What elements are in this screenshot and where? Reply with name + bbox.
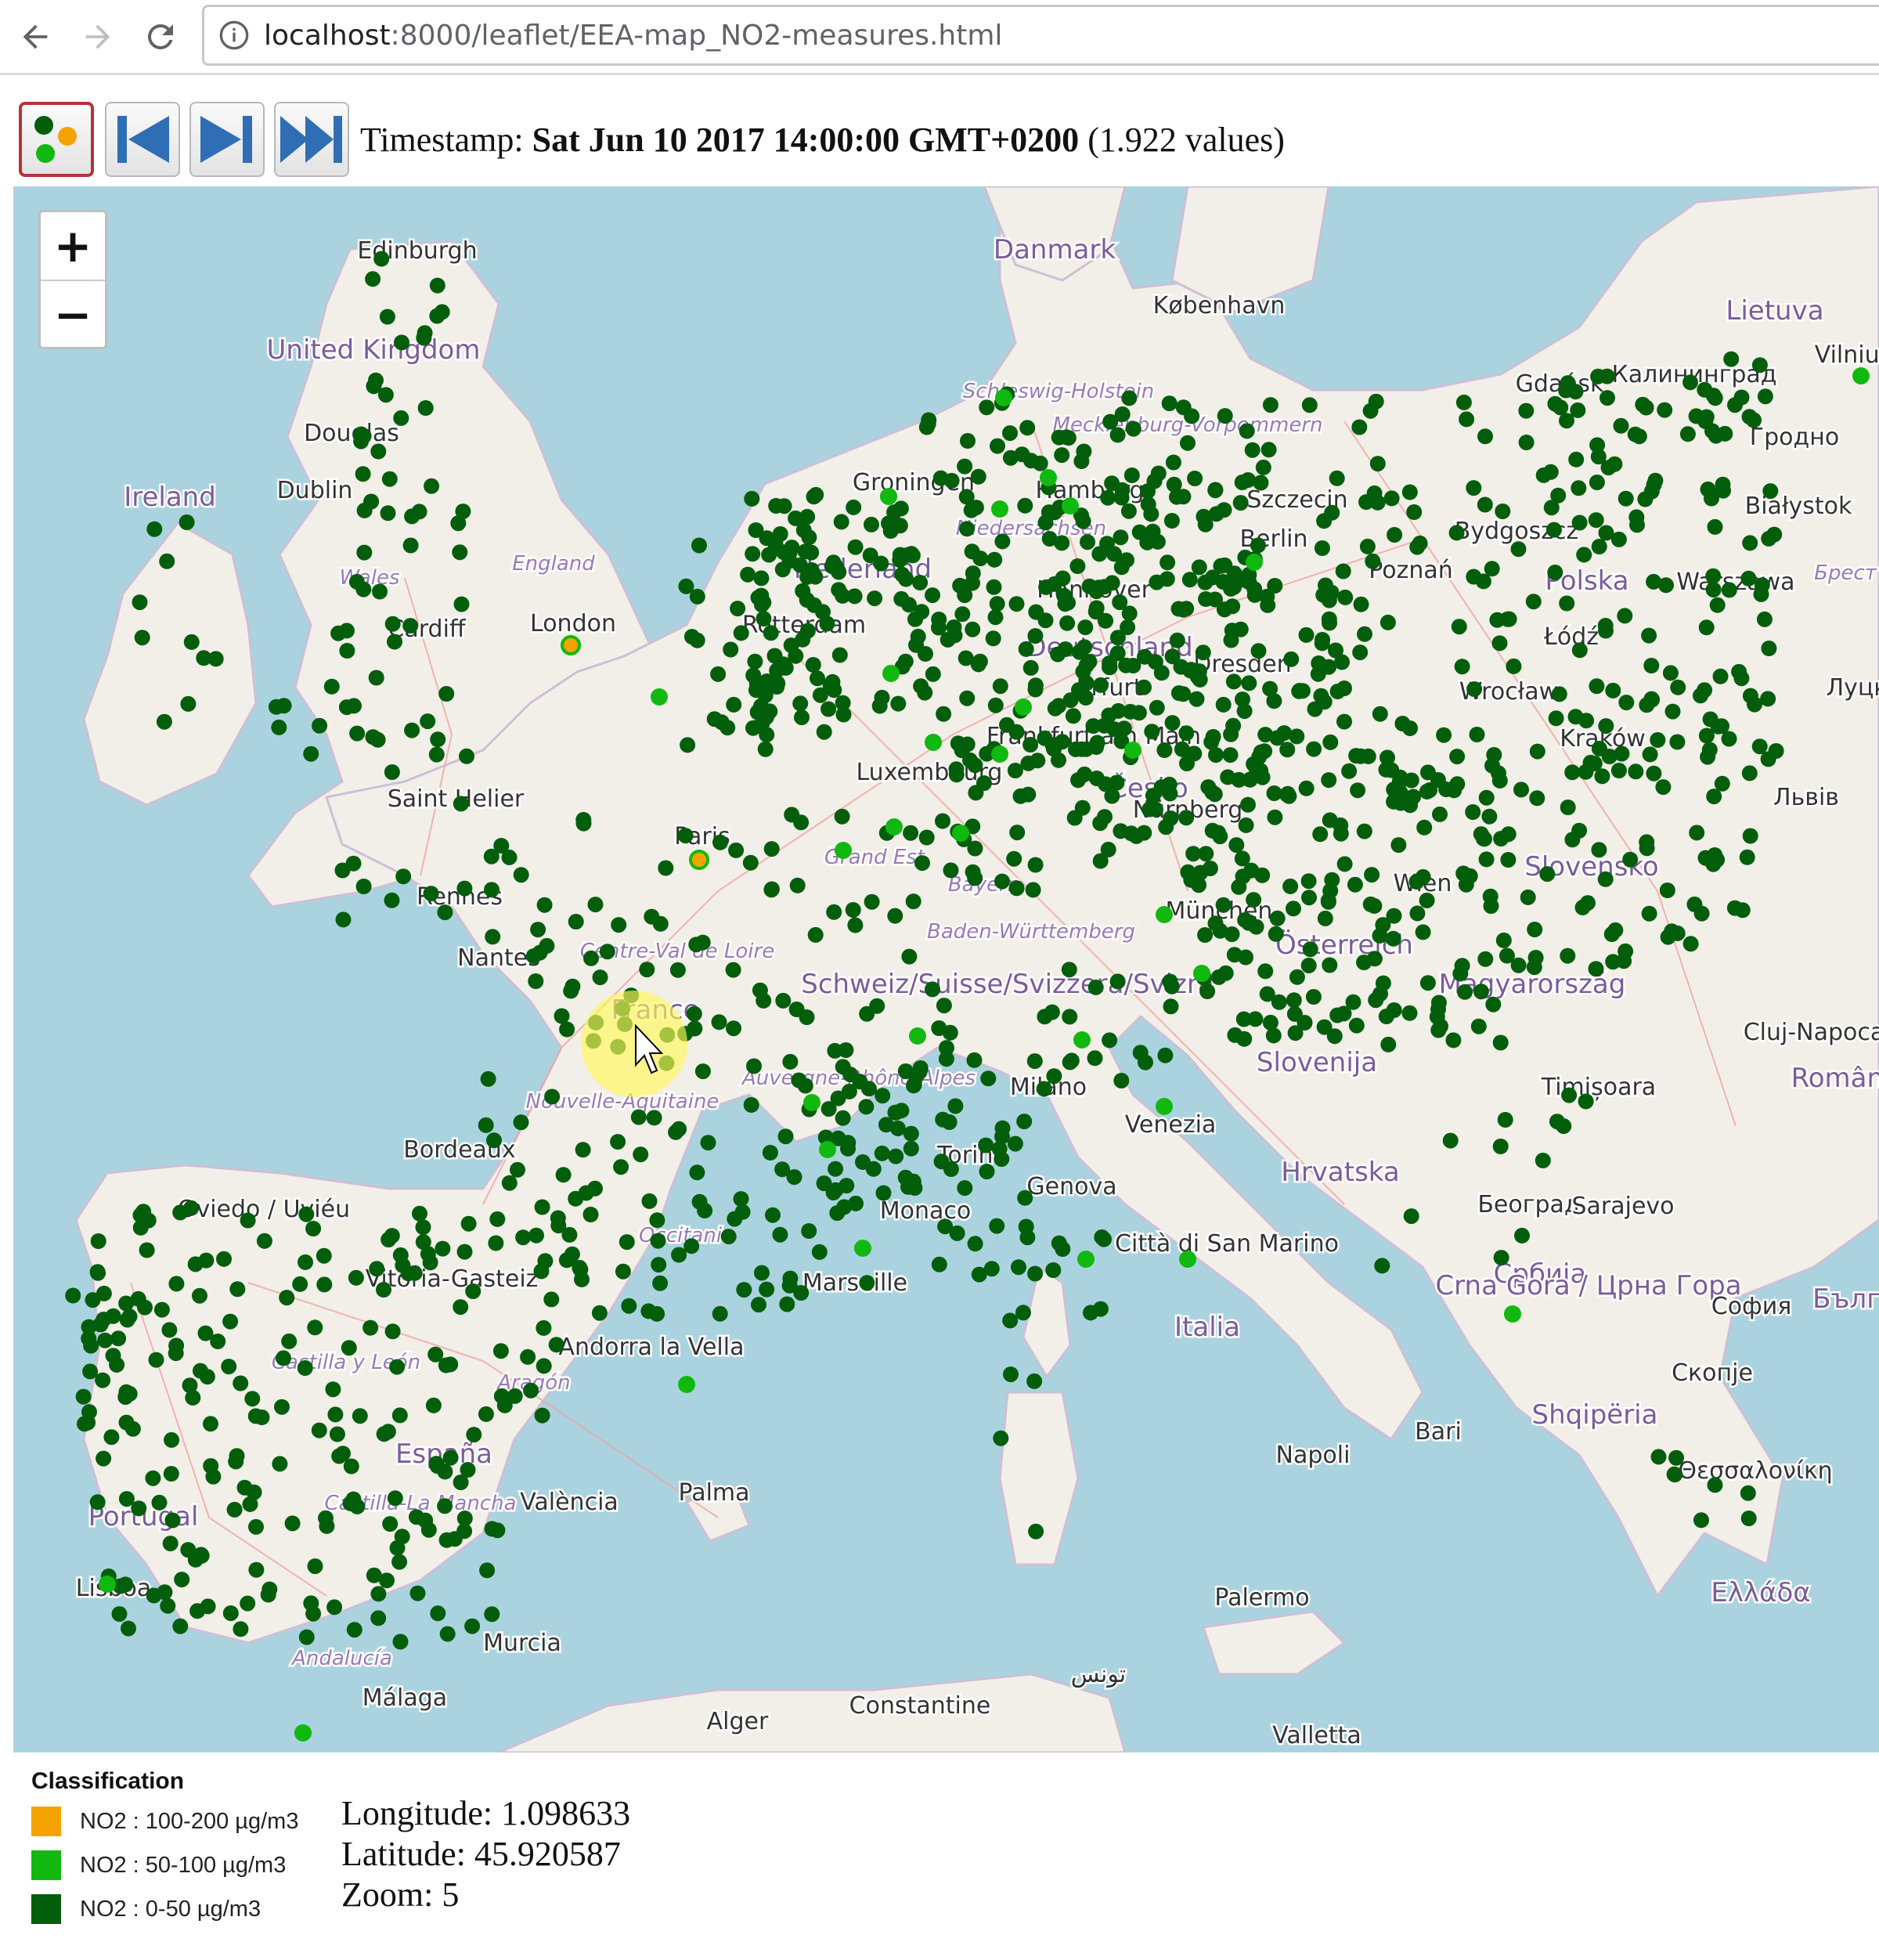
zoom-label: Zoom: — [341, 1875, 434, 1914]
timestamp-label: Timestamp: — [360, 121, 524, 159]
zoom-row: Zoom: 5 — [341, 1875, 630, 1915]
longitude-label: Longitude: — [341, 1794, 493, 1832]
arrow-right-icon — [85, 24, 110, 49]
latitude-row: Latitude: 45.920587 — [341, 1834, 630, 1875]
legend-swatch-low — [31, 1894, 61, 1924]
legend-title: Classification — [31, 1768, 185, 1794]
url-text[interactable]: localhost:8000/leaflet/EEA-map_NO2-measu… — [264, 18, 1002, 54]
cursor-info-panel: Longitude: 1.098633 Latitude: 45.920587 … — [341, 1793, 630, 1915]
latitude-label: Latitude: — [341, 1835, 466, 1873]
legend-item: NO2 : 50-100 µg/m3 — [31, 1843, 329, 1887]
value-count: (1.922 values) — [1087, 121, 1285, 159]
legend-item: NO2 : 0-50 µg/m3 — [31, 1887, 329, 1931]
info-icon[interactable] — [218, 20, 250, 51]
legend-swatch-high — [31, 1807, 61, 1836]
longitude-value: 1.098633 — [501, 1794, 631, 1832]
legend-swatch-medium — [31, 1850, 61, 1880]
leaflet-map[interactable]: Edinburgh United Kingdom Douglas Dublin Irel… — [13, 186, 1879, 1752]
playback-toolbar: Timestamp: Sat Jun 10 2017 14:00:00 GMT+… — [0, 99, 1879, 181]
colored-dots-icon — [34, 116, 77, 163]
address-bar[interactable]: localhost:8000/leaflet/EEA-map_NO2-measu… — [202, 5, 1879, 66]
latitude-value: 45.920587 — [474, 1835, 621, 1873]
reload-button[interactable] — [133, 9, 188, 64]
arrow-left-icon — [23, 24, 48, 49]
zoom-out-button[interactable]: − — [41, 281, 105, 347]
fast-forward-icon — [280, 116, 342, 163]
skip-to-start-icon — [117, 116, 169, 163]
url-host: localhost — [264, 20, 391, 52]
reload-icon — [148, 23, 173, 49]
cursor-highlight — [581, 991, 687, 1097]
browser-toolbar: localhost:8000/leaflet/EEA-map_NO2-measu… — [0, 0, 1879, 75]
zoom-in-button[interactable]: + — [41, 212, 105, 281]
classification-legend: Classification NO2 : 100-200 µg/m3 NO2 :… — [31, 1763, 329, 1951]
longitude-row: Longitude: 1.098633 — [341, 1793, 630, 1834]
legend-label: NO2 : 50-100 µg/m3 — [80, 1852, 287, 1878]
legend-toggle-button[interactable] — [19, 102, 94, 177]
legend-label: NO2 : 100-200 µg/m3 — [80, 1808, 299, 1834]
play-all-button[interactable] — [274, 102, 349, 177]
next-frame-button[interactable] — [189, 102, 265, 177]
back-button[interactable] — [8, 9, 63, 64]
forward-button[interactable] — [70, 9, 125, 64]
url-path: :8000/leaflet/EEA-map_NO2-measures.html — [390, 20, 1003, 52]
legend-item: NO2 : 100-200 µg/m3 — [31, 1799, 329, 1843]
first-frame-button[interactable] — [105, 102, 180, 177]
zoom-value: 5 — [442, 1875, 460, 1914]
zoom-control: + − — [38, 210, 107, 349]
legend-label: NO2 : 0-50 µg/m3 — [80, 1896, 261, 1922]
timestamp-value: Sat Jun 10 2017 14:00:00 GMT+0200 — [532, 121, 1080, 159]
timestamp-display: Timestamp: Sat Jun 10 2017 14:00:00 GMT+… — [360, 119, 1285, 161]
step-forward-icon — [200, 116, 252, 163]
